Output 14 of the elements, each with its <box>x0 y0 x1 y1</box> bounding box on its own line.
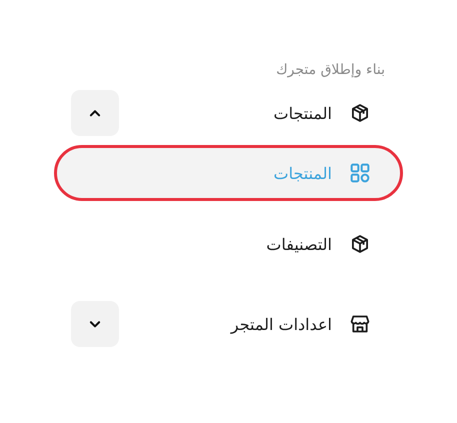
menu-group[interactable]: اعدادات المتجر <box>57 299 400 349</box>
menu-group[interactable]: المنتجات <box>57 88 400 138</box>
menu-label: التصنيفات <box>265 234 332 254</box>
box-icon <box>350 234 370 254</box>
box-icon <box>350 103 370 123</box>
menu-label: اعدادات المتجر <box>229 314 332 334</box>
menu-label: المنتجات <box>272 164 332 182</box>
section-title: بناء وإطلاق متجرك <box>276 62 386 78</box>
storefront-icon <box>350 314 370 334</box>
expand-toggle[interactable] <box>71 90 119 136</box>
grid-icon <box>350 163 370 183</box>
expand-toggle[interactable] <box>71 301 119 347</box>
menu-item[interactable]: التصنيفات <box>57 219 400 269</box>
menu-label: المنتجات <box>272 104 332 122</box>
